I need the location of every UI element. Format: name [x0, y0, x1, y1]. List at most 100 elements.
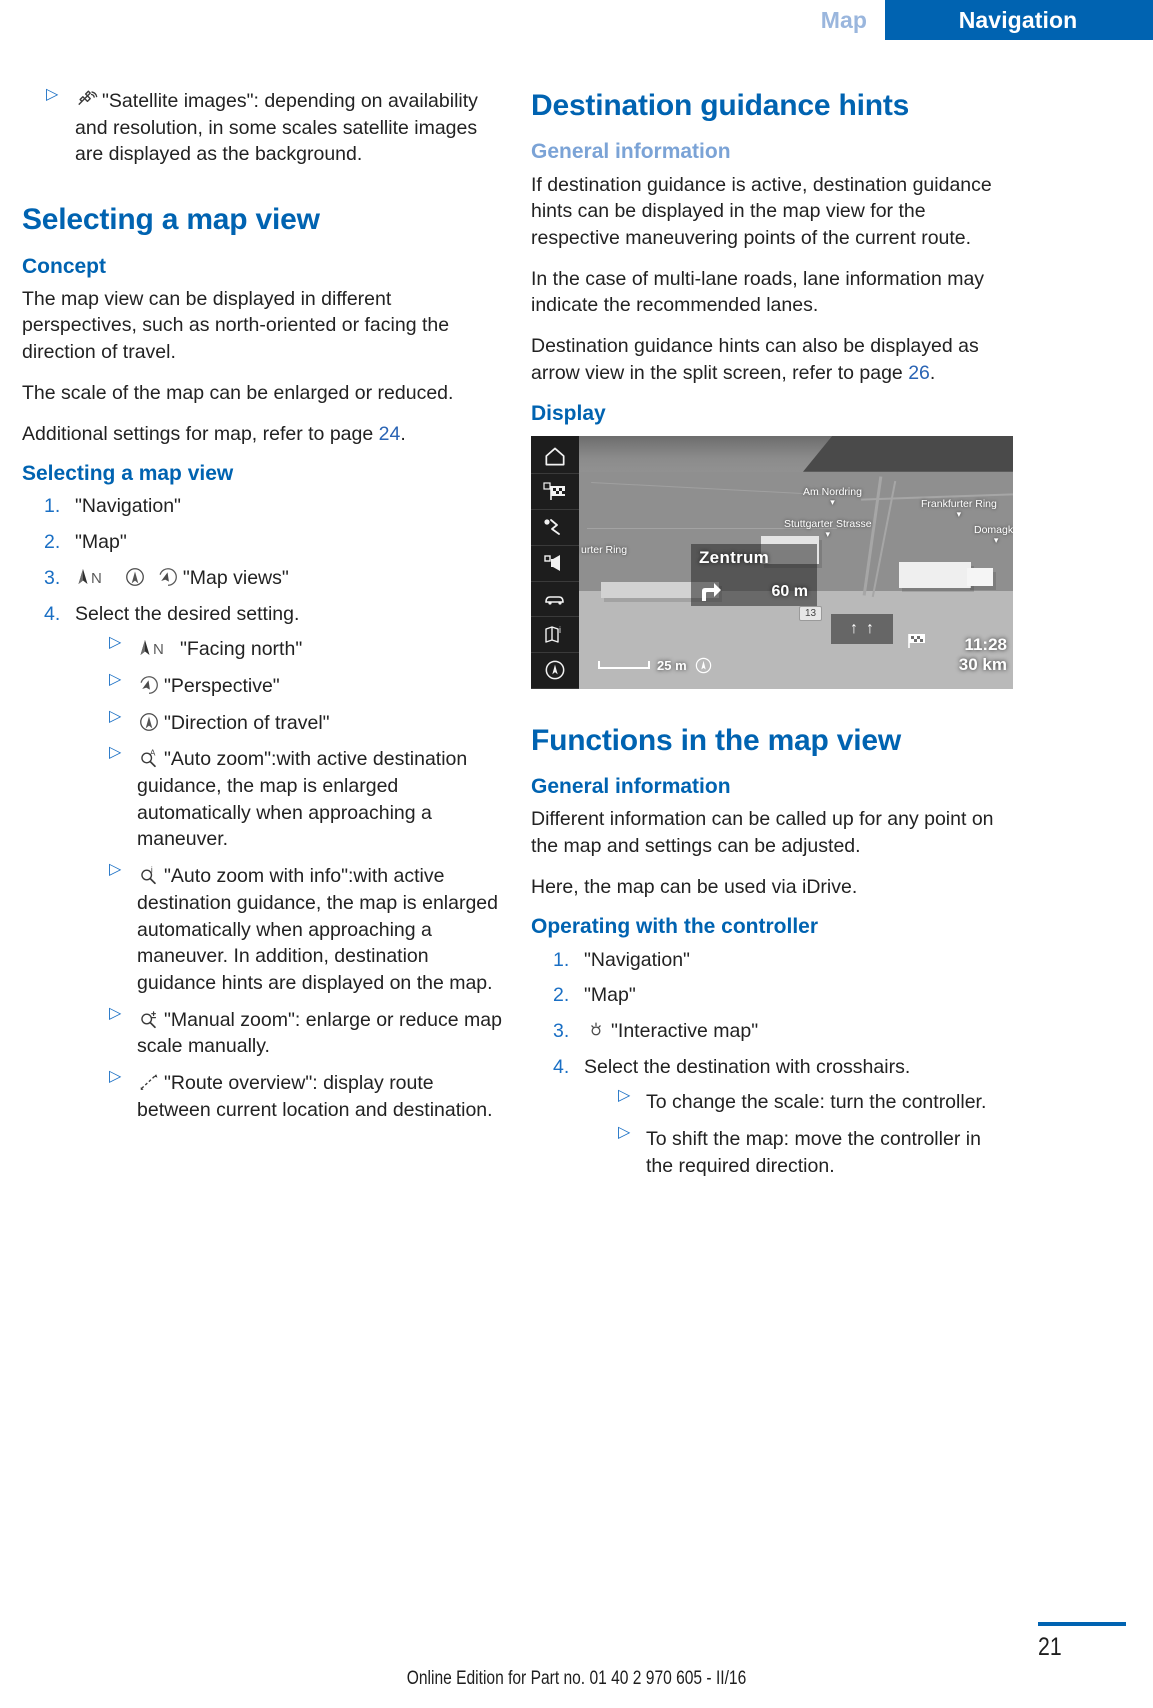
heading-selecting-a-map-view: Selecting a map view: [22, 462, 234, 486]
checkered-flag-icon[interactable]: [531, 474, 579, 511]
navigation-display-image: i Am Nordring ▾ Stuttgarter Strasse ▾ Fran: [531, 435, 1013, 689]
list-item: "Satellite images": depending on availab…: [22, 87, 504, 168]
additional-settings-period: .: [400, 422, 406, 445]
controller-bullet-text: To shift the map: move the controller in…: [646, 1128, 981, 1177]
step-text: "Map views": [182, 566, 289, 589]
page-reference-link[interactable]: 24: [379, 423, 401, 445]
interactive-map-icon: [584, 1019, 608, 1041]
list-item: "Direction of travel": [75, 709, 504, 737]
route-overview-icon: [137, 1071, 161, 1093]
triangle-bullet-icon: [109, 745, 121, 765]
list-item: "Map": [22, 529, 504, 556]
route-shield: 13: [799, 605, 823, 621]
guidance-hint-box: Zentrum 60 m: [691, 543, 817, 606]
eta-distance-label: 30 km: [958, 654, 1007, 674]
eta-panel: 11:28 30 km: [959, 635, 1007, 675]
manual-zoom-icon: [137, 1008, 161, 1030]
triangle-bullet-icon: [109, 1006, 121, 1025]
setting-label: "Route overview": display route between …: [137, 1072, 493, 1121]
page-reference-link[interactable]: 26: [908, 362, 930, 384]
direction-of-travel-icon: [137, 711, 161, 733]
triangle-bullet-icon: [618, 1125, 630, 1145]
split-screen-paragraph: Destination guidance hints can also be d…: [531, 333, 1013, 386]
compass-icon[interactable]: [531, 653, 579, 689]
speaker-icon[interactable]: [531, 546, 579, 582]
controller-steps: "Navigation" "Map" "Interactive map" Sel…: [531, 947, 1013, 1180]
list-item: "Navigation": [22, 493, 504, 520]
page-body: "Satellite images": depending on availab…: [0, 87, 1153, 1608]
page-number-block: 21: [1038, 1622, 1126, 1662]
map-building: [967, 567, 993, 586]
list-item: A "Auto zoom":with active destination gu…: [75, 745, 504, 853]
guidance-street-label: Zentrum: [699, 547, 770, 567]
heading-operating-with-controller: Operating with the controller: [531, 915, 819, 939]
tab-map[interactable]: Map: [796, 0, 885, 40]
map-orientation-icon: [694, 656, 713, 675]
auto-zoom-with-info-icon: i: [137, 864, 161, 886]
page-number: 21: [1038, 1633, 1062, 1661]
split-screen-period: .: [929, 361, 936, 384]
section-title-functions-in-map-view: Functions in the map view: [531, 723, 902, 757]
map-scale-bar: 25 m: [598, 656, 713, 675]
list-item: "Manual zoom": enlarge or reduce map sca…: [75, 1006, 504, 1060]
setting-label: "Direction of travel": [164, 711, 330, 734]
triangle-bullet-icon: [109, 1069, 121, 1089]
svg-text:i: i: [559, 625, 561, 635]
map-label: Domagks▾: [974, 523, 1013, 545]
eta-time-label: 11:28: [964, 634, 1007, 654]
concept-paragraph-2: The scale of the map can be enlarged or …: [22, 381, 454, 404]
map-label: urter Ring: [581, 543, 628, 556]
list-item: "Navigation": [531, 947, 1013, 974]
route-icon[interactable]: [531, 510, 579, 546]
scale-value-label: 25 m: [657, 657, 687, 673]
controller-sub-list: To change the scale: turn the controller…: [584, 1088, 1013, 1179]
list-item: Select the desired setting. N "Facing no…: [22, 601, 504, 1124]
svg-text:A: A: [150, 749, 156, 758]
setting-label: "Perspective": [164, 674, 280, 697]
step-text: "Navigation": [584, 948, 690, 971]
general-info-paragraph-2: In the case of multi-lane roads, lane in…: [531, 267, 985, 317]
list-item: "Map": [531, 982, 1013, 1009]
vehicle-icon[interactable]: [531, 582, 579, 618]
list-item: To shift the map: move the controller in…: [584, 1125, 1013, 1179]
list-item: "Perspective": [75, 672, 504, 700]
functions-paragraph-1: Different information can be called up f…: [531, 808, 994, 857]
map-info-icon[interactable]: i: [531, 617, 579, 653]
setting-label: "Manual zoom": enlarge or reduce map sca…: [137, 1008, 502, 1058]
triangle-bullet-icon: [46, 87, 58, 106]
heading-concept: Concept: [22, 254, 106, 278]
general-info-paragraph-1: If destination guidance is active, desti…: [531, 173, 992, 249]
step-text: Select the destination with crosshairs.: [584, 1055, 911, 1078]
setting-label: "Auto zoom":with active destination guid…: [137, 748, 468, 851]
list-item: i "Auto zoom with info":with active dest…: [75, 862, 504, 997]
auto-zoom-icon: A: [137, 747, 161, 769]
controller-bullet-text: To change the scale: turn the controller…: [646, 1091, 987, 1114]
tab-navigation[interactable]: Navigation: [885, 0, 1153, 40]
setting-label: "Facing north": [180, 638, 303, 661]
display-sidebar: i: [531, 435, 579, 689]
heading-display: Display: [531, 401, 606, 425]
map-building: [899, 561, 971, 588]
footer-edition-text: Online Edition for Part no. 01 40 2 970 …: [406, 1668, 747, 1689]
concept-paragraph-1: The map view can be displayed in differe…: [22, 287, 450, 364]
lane-arrow-icon: ↑: [850, 619, 858, 637]
facing-north-icon: N: [75, 566, 115, 588]
map-label: Am Nordring ▾: [803, 485, 862, 507]
list-item: To change the scale: turn the controller…: [584, 1088, 1013, 1116]
additional-settings-paragraph: Additional settings for map, refer to pa…: [22, 421, 504, 448]
svg-text:N: N: [153, 641, 164, 658]
turn-right-arrow-icon: [698, 579, 724, 603]
triangle-bullet-icon: [618, 1088, 630, 1108]
list-item: "Interactive map": [531, 1018, 1013, 1045]
step-text: "Map": [584, 984, 636, 1007]
map-view-settings-list: N "Facing north" "Perspective": [75, 635, 504, 1123]
functions-paragraph-2: Here, the map can be used via iDrive.: [531, 875, 858, 898]
additional-settings-text: Additional settings for map, refer to pa…: [22, 422, 379, 445]
home-icon[interactable]: [531, 439, 579, 475]
guidance-distance-label: 60 m: [771, 582, 808, 600]
list-item: "Route overview": display route between …: [75, 1069, 504, 1123]
heading-general-information: General information: [531, 140, 731, 164]
triangle-bullet-icon: [109, 635, 121, 655]
heading-functions-general-information: General information: [531, 775, 731, 799]
perspective-icon: [137, 674, 161, 696]
